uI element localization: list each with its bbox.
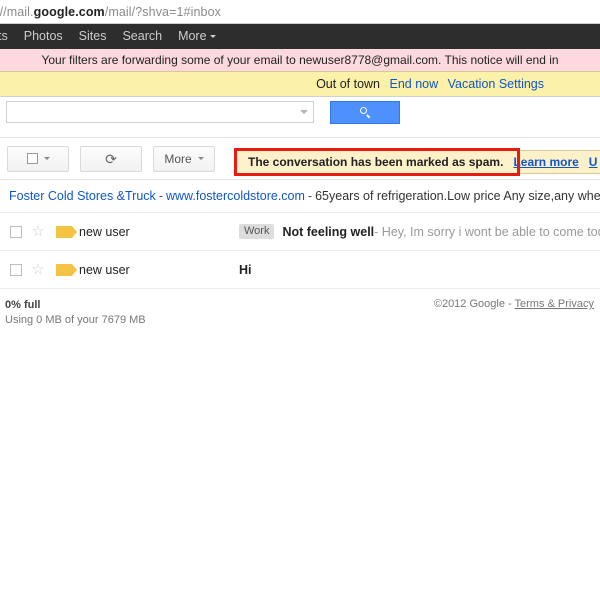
label-tag-icon bbox=[56, 225, 77, 238]
table-row[interactable]: ☆ new user Hi bbox=[0, 251, 600, 289]
gbar-item-photos[interactable]: Photos bbox=[16, 24, 71, 49]
subject-text: Hi bbox=[239, 262, 252, 277]
label-tag-cell[interactable] bbox=[49, 225, 79, 238]
ad-url-link[interactable]: www.fostercoldstore.com bbox=[166, 189, 305, 203]
ad-dash-1: - bbox=[158, 189, 163, 203]
refresh-button[interactable]: ⟳ bbox=[80, 145, 142, 172]
gbar-item-label: ts bbox=[0, 29, 8, 43]
chevron-down-icon bbox=[43, 157, 50, 160]
undo-link[interactable]: U bbox=[589, 155, 598, 169]
search-box[interactable] bbox=[6, 101, 314, 123]
row-checkbox-cell[interactable] bbox=[0, 225, 27, 238]
url-text: ://mail.google.com/mail/?shva=1#inbox bbox=[0, 5, 221, 19]
search-input[interactable] bbox=[7, 102, 291, 122]
gbar-item-label: More bbox=[178, 29, 207, 43]
url-prefix: ://mail. bbox=[0, 4, 34, 19]
copyright-text: ©2012 Google - bbox=[433, 298, 515, 310]
row-checkbox-cell[interactable] bbox=[0, 263, 27, 276]
end-now-link[interactable]: End now bbox=[390, 77, 439, 91]
google-nav-bar: ts Photos Sites Search More bbox=[0, 24, 600, 49]
gbar-item-label: Search bbox=[122, 29, 163, 43]
gbar-item-label: Sites bbox=[78, 29, 107, 43]
gbar-item-label: Photos bbox=[23, 29, 63, 43]
sender-name: new user bbox=[79, 224, 130, 239]
refresh-icon: ⟳ bbox=[105, 150, 117, 167]
browser-url-bar[interactable]: ://mail.google.com/mail/?shva=1#inbox bbox=[0, 0, 600, 24]
checkbox-icon[interactable] bbox=[9, 263, 22, 276]
subject-cell: Work Not feeling well - Hey, Im sorry i … bbox=[239, 224, 600, 239]
vacation-settings-link[interactable]: Vacation Settings bbox=[448, 77, 544, 91]
spam-toast-message: The conversation has been marked as spam… bbox=[248, 155, 504, 169]
chevron-down-icon bbox=[209, 35, 216, 39]
gbar-item-more[interactable]: More bbox=[170, 24, 223, 49]
filter-notice-text: Your filters are forwarding some of your… bbox=[41, 53, 559, 67]
gbar-item-documents[interactable]: ts bbox=[0, 24, 16, 49]
star-icon[interactable]: ☆ bbox=[27, 262, 49, 277]
footer-legal: ©2012 Google - Terms & Privacy bbox=[434, 298, 594, 310]
mail-footer: 0% full Using 0 MB of your 7679 MB ©2012… bbox=[0, 289, 600, 329]
star-icon[interactable]: ☆ bbox=[27, 224, 49, 239]
select-all-dropdown-button[interactable] bbox=[7, 145, 69, 172]
checkbox-icon[interactable] bbox=[9, 225, 22, 238]
ad-description: 65years of refrigeration.Low price Any s… bbox=[315, 189, 600, 203]
vacation-status-label: Out of town bbox=[316, 77, 381, 91]
search-row bbox=[0, 97, 600, 137]
checkbox-icon bbox=[26, 153, 38, 164]
ad-dash-2: - bbox=[307, 189, 313, 203]
chevron-down-icon bbox=[197, 157, 204, 160]
gbar-item-search[interactable]: Search bbox=[114, 24, 170, 49]
url-suffix: /mail/?shva=1#inbox bbox=[104, 4, 221, 19]
learn-more-link[interactable]: Learn more bbox=[513, 155, 578, 169]
vacation-responder-bar: Out of town End now Vacation Settings bbox=[0, 72, 600, 97]
sender-name: new user bbox=[79, 262, 130, 277]
snippet-text: - Hey, Im sorry i wont be able to come t… bbox=[374, 224, 600, 239]
label-chip[interactable]: Work bbox=[239, 224, 275, 239]
search-button[interactable] bbox=[330, 101, 400, 124]
filter-forwarding-notice: Your filters are forwarding some of your… bbox=[0, 49, 600, 72]
subject-cell: Hi bbox=[239, 263, 600, 277]
url-domain: google.com bbox=[33, 4, 105, 19]
spam-notification-toast: The conversation has been marked as spam… bbox=[236, 150, 600, 174]
table-row[interactable]: ☆ new user Work Not feeling well - Hey, … bbox=[0, 213, 600, 251]
subject-text: Not feeling well bbox=[282, 224, 375, 239]
more-button-label: More bbox=[164, 151, 192, 166]
label-tag-cell[interactable] bbox=[49, 263, 79, 276]
ad-title-link[interactable]: Foster Cold Stores &Truck bbox=[9, 189, 156, 203]
label-tag-icon bbox=[56, 263, 77, 276]
gbar-item-sites[interactable]: Sites bbox=[71, 24, 115, 49]
ad-row[interactable]: Foster Cold Stores &Truck - www.fosterco… bbox=[0, 180, 600, 213]
chevron-down-icon[interactable] bbox=[300, 110, 308, 114]
search-icon bbox=[359, 107, 371, 118]
terms-privacy-link[interactable]: Terms & Privacy bbox=[515, 298, 594, 310]
more-actions-button[interactable]: More bbox=[153, 145, 215, 172]
quota-detail: Using 0 MB of your 7679 MB bbox=[5, 314, 146, 326]
